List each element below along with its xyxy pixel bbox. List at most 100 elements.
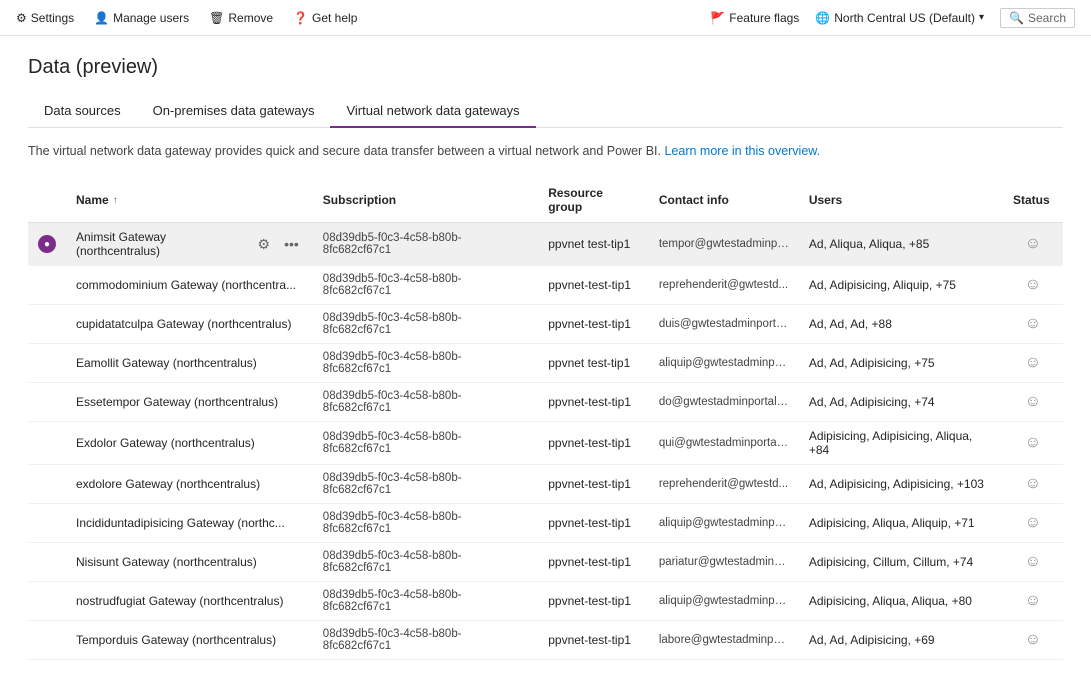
row-subscription: 08d39db5-f0c3-4c58-b80b-8fc682cf67c1 [313, 621, 538, 660]
row-name-cell[interactable]: nostrudfugiat Gateway (northcentralus) [66, 582, 313, 621]
table-row[interactable]: Exdolor Gateway (northcentralus)08d39db5… [28, 422, 1063, 465]
search-box[interactable]: 🔍 Search [1000, 8, 1075, 28]
status-icon: ☺ [1025, 434, 1041, 451]
status-icon: ☺ [1025, 276, 1041, 293]
row-name-cell[interactable]: Exdolor Gateway (northcentralus) [66, 422, 313, 465]
remove-icon: 🗑 [209, 11, 224, 25]
more-button[interactable]: ••• [280, 234, 303, 254]
row-name-cell[interactable]: Essetempor Gateway (northcentralus) [66, 383, 313, 422]
row-subscription: 08d39db5-f0c3-4c58-b80b-8fc682cf67c1 [313, 266, 538, 305]
row-subscription: 08d39db5-f0c3-4c58-b80b-8fc682cf67c1 [313, 305, 538, 344]
region-selector[interactable]: 🌐 North Central US (Default) ▾ [815, 11, 984, 25]
row-status: ☺ [1003, 344, 1063, 383]
table-row[interactable]: Essetempor Gateway (northcentralus)08d39… [28, 383, 1063, 422]
row-contact-info: tempor@gwtestadminport... [649, 223, 799, 266]
row-contact-info: qui@gwtestadminportal.c... [649, 422, 799, 465]
row-resource-group: ppvnet-test-tip1 [538, 621, 649, 660]
row-users: Ad, Ad, Adipisicing, +69 [799, 621, 1003, 660]
row-contact-info: aliquip@gwtestadminport... [649, 344, 799, 383]
row-icon-col [28, 383, 66, 422]
row-subscription: 08d39db5-f0c3-4c58-b80b-8fc682cf67c1 [313, 465, 538, 504]
row-resource-group: ppvnet-test-tip1 [538, 305, 649, 344]
row-subscription: 08d39db5-f0c3-4c58-b80b-8fc682cf67c1 [313, 344, 538, 383]
status-icon: ☺ [1025, 393, 1041, 410]
row-icon-col [28, 582, 66, 621]
row-contact-info: labore@gwtestadminport... [649, 621, 799, 660]
col-header-resource-group[interactable]: Resource group [538, 178, 649, 223]
status-icon: ☺ [1025, 475, 1041, 492]
settings-label: Settings [31, 11, 74, 25]
row-resource-group: ppvnet test-tip1 [538, 344, 649, 383]
page-content: Data (preview) Data sources On-premises … [0, 36, 1091, 680]
table-row[interactable]: nostrudfugiat Gateway (northcentralus)08… [28, 582, 1063, 621]
col-header-contact-info[interactable]: Contact info [649, 178, 799, 223]
table-row[interactable]: Temporduis Gateway (northcentralus) 08d39… [28, 621, 1063, 660]
row-name-cell[interactable]: exdolore Gateway (northcentralus) [66, 465, 313, 504]
gateway-name: Exdolor Gateway (northcentralus) [76, 436, 255, 450]
col-header-status[interactable]: Status [1003, 178, 1063, 223]
status-icon: ☺ [1025, 354, 1041, 371]
row-name-cell[interactable]: Nisisunt Gateway (northcentralus) [66, 543, 313, 582]
tab-virtual-network[interactable]: Virtual network data gateways [330, 95, 535, 128]
table-row[interactable]: commodominium Gateway (northcentra...08d… [28, 266, 1063, 305]
row-contact-info: aliquip@gwtestadminport... [649, 504, 799, 543]
remove-button[interactable]: 🗑 Remove [209, 11, 273, 25]
topbar-right: 🚩 Feature flags 🌐 North Central US (Defa… [710, 8, 1075, 28]
tab-on-premises[interactable]: On-premises data gateways [137, 95, 331, 128]
row-icon-col [28, 305, 66, 344]
row-resource-group: ppvnet-test-tip1 [538, 582, 649, 621]
row-name-cell[interactable]: commodominium Gateway (northcentra... [66, 266, 313, 305]
gateway-name: Animsit Gateway (northcentralus) [76, 230, 248, 258]
sort-arrow-icon: ↑ [113, 195, 118, 206]
gateway-name: Eamollit Gateway (northcentralus) [76, 356, 257, 370]
feature-flags-button[interactable]: 🚩 Feature flags [710, 11, 799, 25]
get-help-button[interactable]: ❓ Get help [293, 11, 357, 25]
row-users: Ad, Adipisicing, Aliquip, +75 [799, 266, 1003, 305]
settings-button[interactable]: ⚙ Settings [16, 11, 74, 25]
row-name-cell[interactable]: Eamollit Gateway (northcentralus) [66, 344, 313, 383]
row-status: ☺ [1003, 223, 1063, 266]
row-subscription: 08d39db5-f0c3-4c58-b80b-8fc682cf67c1 [313, 223, 538, 266]
feature-flags-label: Feature flags [729, 11, 799, 25]
table-row[interactable]: Eamollit Gateway (northcentralus) 08d39db… [28, 344, 1063, 383]
tab-data-sources[interactable]: Data sources [28, 95, 137, 128]
description: The virtual network data gateway provide… [28, 144, 1063, 158]
row-name-cell[interactable]: Animsit Gateway (northcentralus) ⚙••• [66, 223, 313, 266]
row-subscription: 08d39db5-f0c3-4c58-b80b-8fc682cf67c1 [313, 504, 538, 543]
table-row[interactable]: exdolore Gateway (northcentralus) 08d39db… [28, 465, 1063, 504]
row-contact-info: pariatur@gwtestadminpor... [649, 543, 799, 582]
col-header-name[interactable]: Name ↑ [66, 178, 313, 223]
learn-more-link[interactable]: Learn more in this overview. [664, 144, 820, 158]
gateway-name: cupidatatculpa Gateway (northcentralus) [76, 317, 291, 331]
table-row[interactable]: cupidatatculpa Gateway (northcentralus) 0… [28, 305, 1063, 344]
row-status: ☺ [1003, 383, 1063, 422]
region-icon: 🌐 [815, 11, 830, 25]
manage-users-button[interactable]: 👤 Manage users [94, 11, 189, 25]
row-name-cell[interactable]: cupidatatculpa Gateway (northcentralus) [66, 305, 313, 344]
row-resource-group: ppvnet-test-tip1 [538, 266, 649, 305]
row-name-cell[interactable]: Temporduis Gateway (northcentralus) [66, 621, 313, 660]
row-name-cell[interactable]: Incididuntadipisicing Gateway (northc... [66, 504, 313, 543]
col-header-users[interactable]: Users [799, 178, 1003, 223]
row-status: ☺ [1003, 422, 1063, 465]
row-resource-group: ppvnet-test-tip1 [538, 465, 649, 504]
row-icon-col [28, 543, 66, 582]
table-header-row: Name ↑ Subscription Resource group Conta… [28, 178, 1063, 223]
row-users: Ad, Ad, Adipisicing, +75 [799, 344, 1003, 383]
row-users: Ad, Adipisicing, Adipisicing, +103 [799, 465, 1003, 504]
manage-users-icon: 👤 [94, 11, 109, 25]
table-row[interactable]: Incididuntadipisicing Gateway (northc...… [28, 504, 1063, 543]
table-row[interactable]: Nisisunt Gateway (northcentralus)08d39db… [28, 543, 1063, 582]
gateway-name: Incididuntadipisicing Gateway (northc... [76, 516, 285, 530]
chevron-down-icon: ▾ [979, 12, 984, 23]
row-status: ☺ [1003, 305, 1063, 344]
table-row[interactable]: ●Animsit Gateway (northcentralus)⚙•••08d… [28, 223, 1063, 266]
gateway-name: nostrudfugiat Gateway (northcentralus) [76, 594, 283, 608]
help-icon: ❓ [293, 11, 308, 25]
gateway-name: exdolore Gateway (northcentralus) [76, 477, 260, 491]
settings-icon: ⚙ [16, 11, 27, 25]
row-users: Adipisicing, Aliqua, Aliquip, +71 [799, 504, 1003, 543]
col-header-subscription[interactable]: Subscription [313, 178, 538, 223]
gear-button[interactable]: ⚙ [254, 234, 275, 255]
gateway-name: Temporduis Gateway (northcentralus) [76, 633, 276, 647]
